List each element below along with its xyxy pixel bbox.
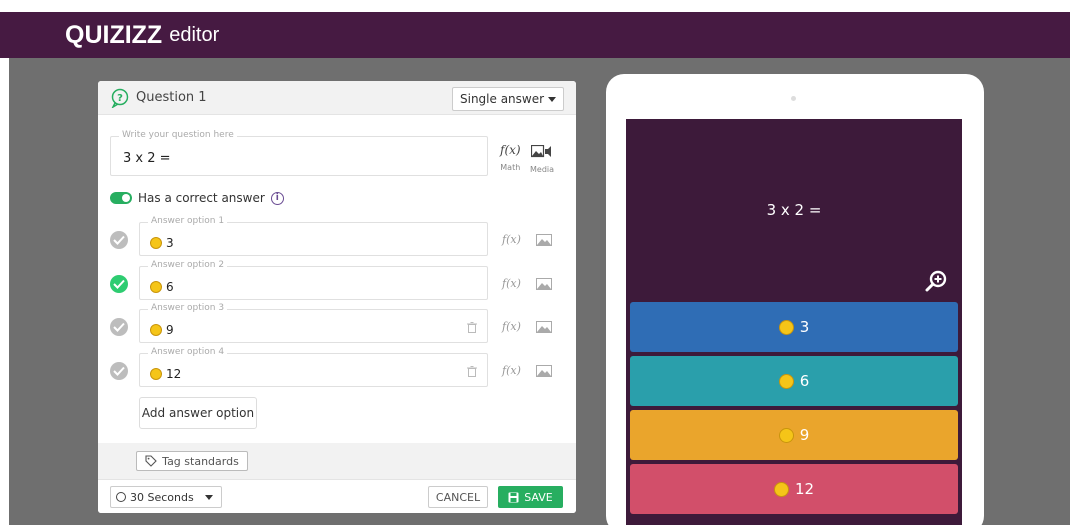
media-icon (530, 144, 552, 158)
svg-text:?: ? (117, 93, 123, 104)
correct-answer-toggle[interactable] (110, 192, 132, 204)
add-answer-button[interactable]: Add answer option (139, 397, 257, 429)
correct-answer-toggle-row: Has a correct answer i (110, 191, 284, 205)
smiley-icon (150, 237, 162, 249)
smiley-icon (150, 281, 162, 293)
correct-check-button[interactable] (110, 318, 128, 336)
answer-content: 9 (150, 323, 174, 337)
answer-row: Answer option 3 9 f(x) (110, 303, 570, 343)
math-tool-button[interactable]: f(x) Math (500, 143, 521, 172)
preview-screen: 3 x 2 = 3 6 9 12 (626, 119, 962, 525)
chevron-down-icon (205, 495, 213, 500)
media-tool-button[interactable]: Media (530, 143, 554, 174)
answer-legend: Answer option 1 (148, 216, 228, 226)
math-icon[interactable]: f(x) (502, 320, 521, 333)
image-icon[interactable] (536, 365, 552, 377)
smiley-icon (773, 481, 789, 497)
editor-footer: 30 Seconds CANCEL SAVE (98, 479, 576, 513)
answer-input[interactable]: Answer option 1 3 (139, 216, 488, 256)
preview-option[interactable]: 9 (630, 410, 958, 460)
time-limit-value: 30 Seconds (130, 490, 194, 504)
answer-content: 6 (150, 280, 174, 294)
math-icon[interactable]: f(x) (502, 233, 521, 246)
zoom-in-icon[interactable] (924, 269, 948, 293)
tablet-camera (791, 96, 796, 101)
question-bubble-icon: ? (111, 88, 129, 108)
clock-icon (116, 492, 126, 502)
smiley-icon (778, 319, 794, 335)
correct-check-button[interactable] (110, 275, 128, 293)
answer-text[interactable]: 6 (166, 280, 174, 294)
question-legend: Write your question here (119, 130, 237, 140)
answer-text[interactable]: 12 (166, 367, 181, 381)
media-label: Media (530, 165, 555, 174)
preview-option[interactable]: 6 (630, 356, 958, 406)
question-header: ? Question 1 Single answer (98, 81, 576, 115)
check-icon (113, 235, 125, 245)
top-bar: QUIZIZZ editor (0, 12, 1070, 58)
correct-answer-label: Has a correct answer (138, 191, 265, 205)
answer-text[interactable]: 9 (166, 323, 174, 337)
question-title: Question 1 (136, 90, 207, 105)
check-icon (113, 366, 125, 376)
answer-input[interactable]: Answer option 2 6 (139, 260, 488, 300)
image-icon[interactable] (536, 278, 552, 290)
question-editor: ? Question 1 Single answer Write your qu… (98, 81, 576, 513)
check-icon (113, 322, 125, 332)
chevron-down-icon (548, 97, 556, 102)
smiley-icon (778, 373, 794, 389)
tag-strip: Tag standards (98, 443, 576, 479)
question-text[interactable]: 3 x 2 = (123, 151, 171, 166)
preview-option-text: 9 (799, 426, 810, 444)
check-icon (113, 279, 125, 289)
smiley-icon (778, 427, 794, 443)
preview-question: 3 x 2 = (766, 201, 822, 219)
answer-row: Answer option 4 12 f(x) (110, 347, 570, 387)
math-icon: f(x) (500, 143, 521, 157)
info-icon[interactable]: i (270, 191, 284, 205)
question-input[interactable]: Write your question here 3 x 2 = (110, 130, 488, 176)
save-button[interactable]: SAVE (498, 486, 563, 508)
trash-icon[interactable] (467, 322, 477, 333)
preview-option[interactable]: 12 (630, 464, 958, 514)
preview-option-text: 12 (794, 480, 815, 498)
preview-option-text: 6 (799, 372, 810, 390)
math-label: Math (500, 163, 521, 172)
tablet-preview: 3 x 2 = 3 6 9 12 (606, 74, 984, 525)
answer-row: Answer option 2 6 f(x) (110, 260, 570, 300)
answer-content: 12 (150, 367, 181, 381)
answer-input[interactable]: Answer option 3 9 (139, 303, 488, 343)
smiley-icon (150, 368, 162, 380)
smiley-icon (150, 324, 162, 336)
answer-content: 3 (150, 236, 174, 250)
logo: QUIZIZZ (65, 20, 163, 49)
correct-check-button[interactable] (110, 231, 128, 249)
answer-legend: Answer option 3 (148, 303, 228, 313)
answer-legend: Answer option 4 (148, 347, 228, 357)
save-label: SAVE (524, 490, 553, 504)
tag-standards-label: Tag standards (162, 454, 239, 468)
answer-row: Answer option 1 3 f(x) (110, 216, 570, 256)
logo-subtitle: editor (169, 23, 220, 46)
answer-type-select[interactable]: Single answer (452, 87, 564, 111)
preview-option[interactable]: 3 (630, 302, 958, 352)
image-icon[interactable] (536, 234, 552, 246)
trash-icon[interactable] (467, 366, 477, 377)
preview-option-text: 3 (799, 318, 810, 336)
time-limit-select[interactable]: 30 Seconds (110, 486, 222, 508)
tag-standards-button[interactable]: Tag standards (136, 451, 248, 471)
correct-check-button[interactable] (110, 362, 128, 380)
answer-legend: Answer option 2 (148, 260, 228, 270)
floppy-disk-icon (508, 492, 519, 502)
tag-icon (145, 455, 157, 467)
answer-text[interactable]: 3 (166, 236, 174, 250)
answer-type-value: Single answer (460, 92, 545, 106)
answer-input[interactable]: Answer option 4 12 (139, 347, 488, 387)
math-icon[interactable]: f(x) (502, 364, 521, 377)
cancel-button[interactable]: CANCEL (428, 486, 488, 508)
math-icon[interactable]: f(x) (502, 277, 521, 290)
image-icon[interactable] (536, 321, 552, 333)
